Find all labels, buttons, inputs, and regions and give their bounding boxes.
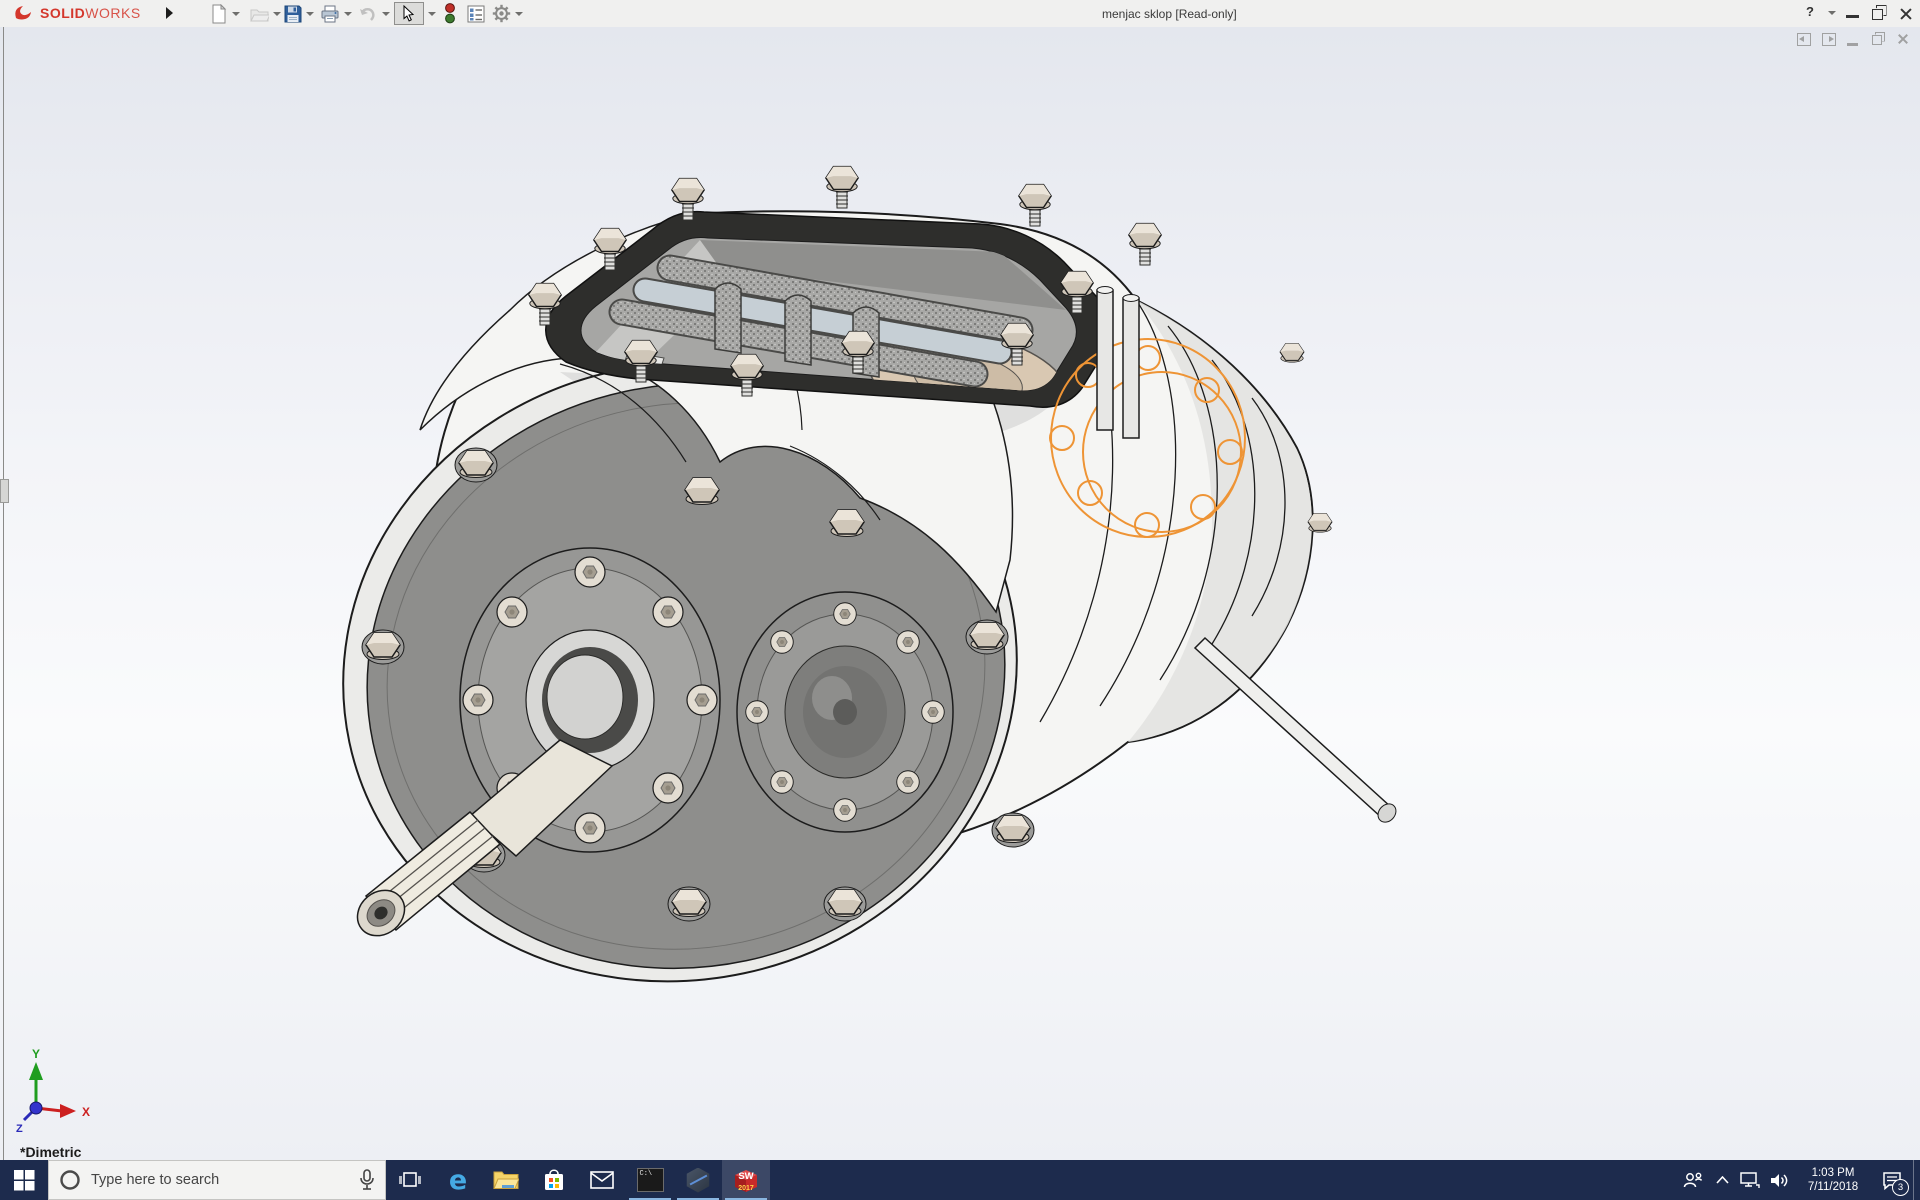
- command-prompt-icon: C:\: [636, 1168, 664, 1192]
- title-bar: SOLIDWORKS menjac sklop [Read-only] ?: [0, 0, 1920, 28]
- traffic-light-icon: [445, 2, 455, 23]
- brand-solid: SOLID: [40, 5, 86, 21]
- secondary-cover[interactable]: [736, 591, 954, 833]
- taskbar-app-command-prompt[interactable]: C:\: [626, 1160, 674, 1200]
- panel-splitter-tab[interactable]: [0, 479, 9, 503]
- help-caret[interactable]: [1828, 11, 1836, 15]
- file-properties-icon: [467, 5, 485, 22]
- taskbar-app-store[interactable]: [530, 1160, 578, 1200]
- print-icon: [321, 5, 339, 22]
- solidworks-logo: SOLIDWORKS: [12, 3, 141, 23]
- taskbar-app-hexagon[interactable]: [674, 1160, 722, 1200]
- undo-icon: [360, 7, 375, 21]
- svg-text:2017: 2017: [738, 1185, 754, 1192]
- save-icon: [284, 5, 302, 22]
- panel-splitter[interactable]: [3, 27, 4, 1160]
- network-icon[interactable]: [1735, 1160, 1765, 1200]
- system-tray: 1:03 PM 7/11/2018 3: [1677, 1160, 1920, 1200]
- brand-works: WORKS: [85, 5, 141, 21]
- brand-text: SOLIDWORKS: [40, 5, 141, 21]
- file-properties-button[interactable]: [467, 2, 485, 25]
- taskbar-app-file-explorer[interactable]: [482, 1160, 530, 1200]
- volume-icon[interactable]: [1765, 1160, 1795, 1200]
- select-button[interactable]: [394, 2, 436, 25]
- hexagon-app-icon: [686, 1167, 710, 1193]
- search-box[interactable]: Type here to search: [48, 1160, 386, 1200]
- action-center-button[interactable]: 3: [1871, 1160, 1913, 1200]
- show-desktop-button[interactable]: [1913, 1160, 1920, 1200]
- ds-logo-icon: [15, 6, 31, 20]
- microphone-icon[interactable]: [359, 1169, 375, 1191]
- notification-badge: 3: [1892, 1179, 1909, 1196]
- taskbar: Type here to search e C:\ SW 2017 1:03 P…: [0, 1160, 1920, 1200]
- store-icon: [545, 1169, 563, 1190]
- close-button[interactable]: [1899, 7, 1913, 21]
- graphics-viewport[interactable]: Y X Z *Dimetric: [0, 27, 1920, 1160]
- file-explorer-icon: [493, 1171, 519, 1189]
- edge-icon: e: [448, 1164, 468, 1196]
- document-minimize-button[interactable]: [1847, 33, 1862, 47]
- start-button[interactable]: [0, 1160, 48, 1200]
- tray-date: 7/11/2018: [1807, 1181, 1859, 1193]
- rebuild-traffic-light-button[interactable]: [444, 2, 456, 25]
- task-view-icon: [399, 1172, 421, 1187]
- gearbox-model[interactable]: Y X Z *Dimetric: [0, 27, 1920, 1160]
- search-input[interactable]: Type here to search: [91, 1172, 359, 1188]
- options-button[interactable]: [492, 2, 523, 25]
- minimize-button[interactable]: [1846, 15, 1859, 18]
- undo-button: [358, 2, 390, 25]
- new-document-icon: [212, 3, 227, 23]
- save-button[interactable]: [284, 2, 314, 25]
- tray-time: 1:03 PM: [1811, 1167, 1855, 1179]
- people-icon[interactable]: [1677, 1160, 1709, 1200]
- print-button[interactable]: [320, 2, 352, 25]
- new-document-button[interactable]: [210, 2, 240, 25]
- windows-logo-icon: [13, 1169, 34, 1190]
- open-button: [250, 2, 281, 25]
- triad-x-label: X: [82, 1105, 90, 1119]
- open-icon: [250, 9, 269, 21]
- help-button[interactable]: ?: [1806, 4, 1814, 19]
- gear-icon: [492, 4, 511, 23]
- tray-expand-chevron-icon[interactable]: [1709, 1160, 1735, 1200]
- previous-document-button[interactable]: [1797, 33, 1812, 47]
- task-view-button[interactable]: [386, 1160, 434, 1200]
- solidworks-2017-icon: SW 2017: [735, 1170, 757, 1192]
- screen: SOLIDWORKS menjac sklop [Read-only] ? Y …: [0, 0, 1920, 1200]
- toolbar-flyout-arrow[interactable]: [166, 7, 173, 19]
- restore-button[interactable]: [1872, 9, 1883, 20]
- window-title: menjac sklop [Read-only]: [1102, 7, 1237, 21]
- next-document-button[interactable]: [1822, 33, 1837, 47]
- cortana-icon: [60, 1170, 80, 1190]
- taskbar-app-mail[interactable]: [578, 1160, 626, 1200]
- mail-icon: [590, 1171, 614, 1189]
- triad-z-label: Z: [16, 1123, 23, 1135]
- select-cursor-icon: [394, 2, 424, 25]
- triad-y-label: Y: [32, 1047, 40, 1061]
- view-orientation-label: *Dimetric: [20, 1144, 82, 1160]
- taskbar-app-edge[interactable]: e: [434, 1160, 482, 1200]
- document-close-button[interactable]: [1897, 33, 1912, 47]
- svg-text:SW: SW: [738, 1171, 753, 1182]
- taskbar-app-solidworks[interactable]: SW 2017: [722, 1160, 770, 1200]
- document-restore-button[interactable]: [1872, 33, 1887, 47]
- document-window-controls: [1797, 33, 1912, 47]
- clock[interactable]: 1:03 PM 7/11/2018: [1795, 1160, 1871, 1200]
